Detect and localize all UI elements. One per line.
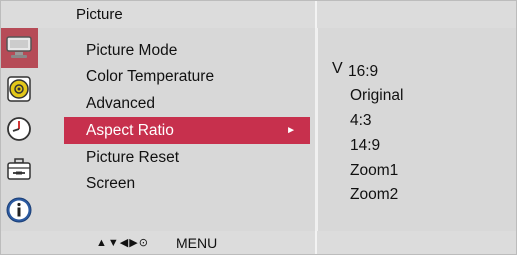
footer-bar: ▲▼◀▶⊙ MENU — [0, 231, 517, 255]
menu-item-advanced[interactable]: Advanced — [38, 90, 315, 117]
navigation-hint-icon: ▲▼◀▶⊙ — [96, 237, 149, 249]
information-icon — [6, 197, 32, 223]
header-divider — [315, 0, 317, 28]
picture-icon — [6, 36, 32, 58]
menu-item-label: Aspect Ratio — [86, 122, 174, 139]
time-icon — [7, 117, 31, 141]
option-14-9[interactable]: 14:9 — [350, 137, 380, 155]
menu-title: Picture — [76, 6, 123, 23]
menu-item-screen[interactable]: Screen — [38, 170, 315, 197]
menu-item-color-temperature[interactable]: Color Temperature — [38, 63, 315, 90]
osd-menu: Picture Picture Mode Color Temperature A… — [0, 0, 517, 255]
sound-icon — [7, 76, 31, 102]
option-icon — [7, 158, 31, 180]
option-original[interactable]: Original — [350, 87, 403, 105]
menu-item-label: Screen — [86, 175, 136, 192]
sidebar-item-time[interactable] — [0, 109, 38, 149]
menu-item-label: Picture Reset — [86, 149, 180, 166]
picture-menu: Picture Mode Color Temperature Advanced … — [38, 28, 315, 231]
option-16-9[interactable]: 16:9 — [348, 63, 378, 81]
option-4-3[interactable]: 4:3 — [350, 112, 372, 130]
menu-hint-label: MENU — [176, 235, 218, 251]
aspect-ratio-options: V 16:9 Original 4:3 14:9 Zoom1 Zoom2 — [318, 28, 517, 231]
sidebar-item-sound[interactable] — [0, 69, 38, 109]
option-zoom1[interactable]: Zoom1 — [350, 162, 398, 180]
menu-item-label: Picture Mode — [86, 42, 178, 59]
menu-item-picture-mode[interactable]: Picture Mode — [38, 37, 315, 64]
footer-divider — [315, 231, 317, 255]
menu-item-label: Advanced — [86, 95, 155, 112]
sidebar-item-option[interactable] — [0, 149, 38, 189]
sidebar — [0, 28, 38, 231]
option-zoom2[interactable]: Zoom2 — [350, 186, 398, 204]
header-bar: Picture — [0, 0, 517, 28]
checkmark-icon: V — [332, 60, 343, 77]
sidebar-item-information[interactable] — [0, 190, 38, 230]
sidebar-item-picture[interactable] — [0, 28, 38, 68]
menu-item-picture-reset[interactable]: Picture Reset — [38, 144, 315, 171]
submenu-arrow-icon: ► — [286, 125, 296, 136]
menu-item-aspect-ratio[interactable]: Aspect Ratio ► — [64, 117, 310, 144]
menu-item-label: Color Temperature — [86, 68, 215, 85]
